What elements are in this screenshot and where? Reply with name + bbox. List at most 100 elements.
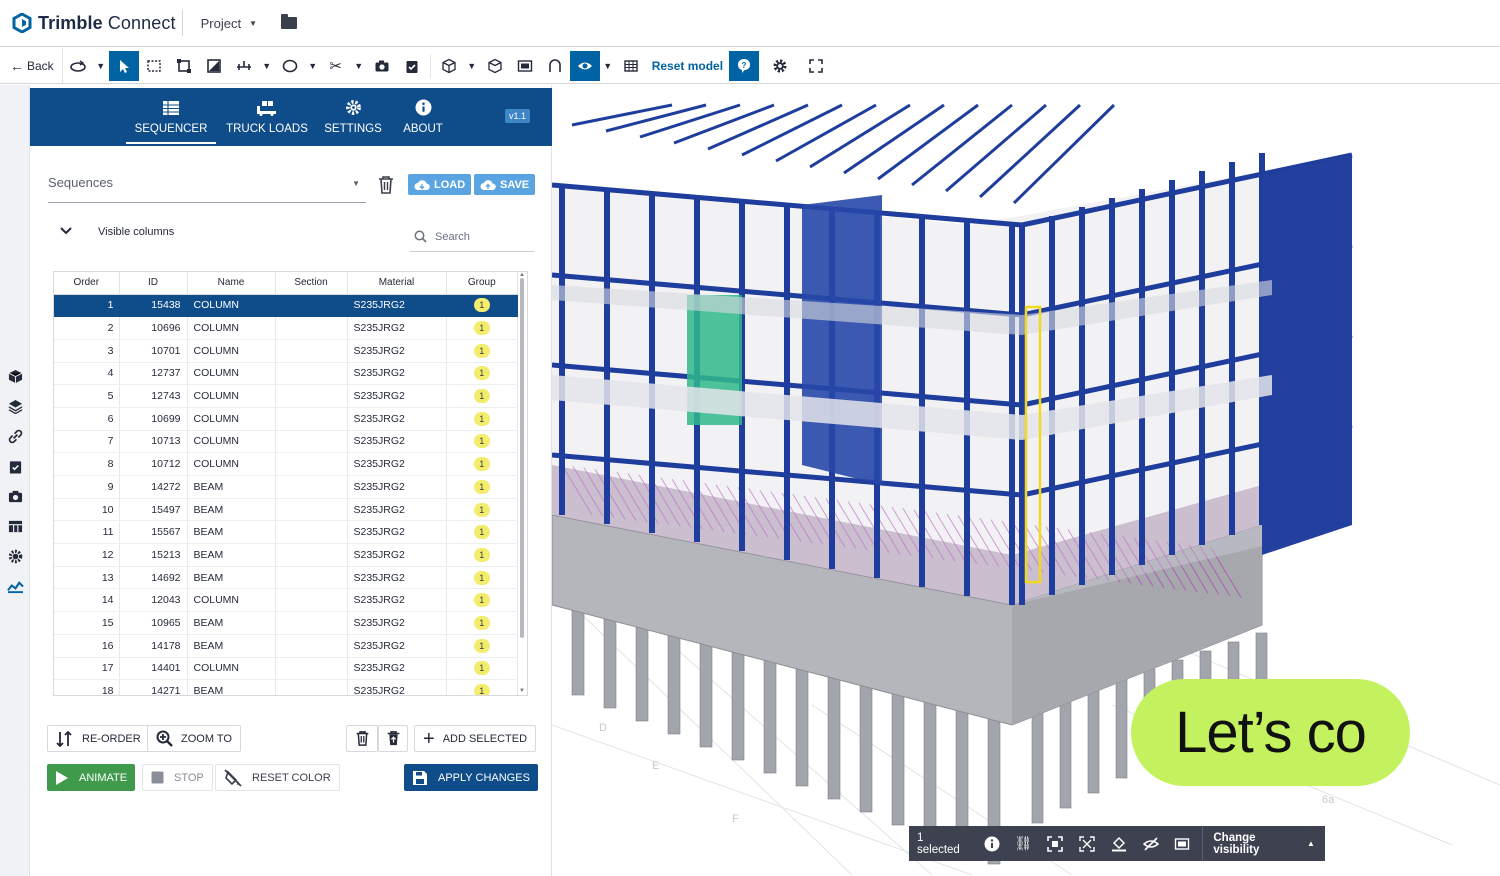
reset-model-button[interactable]: Reset model <box>646 59 729 73</box>
scissors-icon[interactable]: ✂ <box>321 51 351 81</box>
cube-icon[interactable] <box>434 51 464 81</box>
table-row[interactable]: 13 14692 BEAM S235JRG2 1 <box>54 566 518 590</box>
camera-icon[interactable] <box>367 51 397 81</box>
cell-name: COLUMN <box>187 362 276 386</box>
orbit-icon[interactable] <box>63 51 93 81</box>
link-icon[interactable]: ⛓ <box>1007 826 1039 861</box>
scroll-down-arrow[interactable]: ▼ <box>519 688 525 694</box>
cube-outline-icon[interactable] <box>480 51 510 81</box>
table-row[interactable]: 6 10699 COLUMN S235JRG2 1 <box>54 407 518 431</box>
sequences-dropdown[interactable]: Sequences ▼ <box>48 169 366 203</box>
table-row[interactable]: 14 12043 COLUMN S235JRG2 1 <box>54 588 518 613</box>
toolbar-divider <box>429 53 431 78</box>
table-row[interactable]: 15 10965 BEAM S235JRG2 1 <box>54 611 518 635</box>
table-row[interactable]: 1 15438 COLUMN S235JRG2 1 <box>54 294 518 318</box>
animate-button[interactable]: ANIMATE <box>47 764 136 791</box>
search-input[interactable]: Search <box>410 222 534 252</box>
column-header-section[interactable]: Section <box>275 272 348 295</box>
chevron-down-icon[interactable]: ▼ <box>600 51 616 81</box>
help-icon[interactable]: ? <box>729 50 760 81</box>
cell-material: S235JRG2 <box>347 634 447 658</box>
save-button[interactable]: SAVE <box>474 174 536 195</box>
info-icon[interactable] <box>976 826 1008 861</box>
column-header-group[interactable]: Group <box>446 272 518 295</box>
table-row[interactable]: 8 10712 COLUMN S235JRG2 1 <box>54 452 518 476</box>
table-scrollbar[interactable] <box>520 278 524 638</box>
chevron-down-icon[interactable]: ▼ <box>259 51 275 81</box>
trimble-logo[interactable]: Trimble Connect <box>12 13 176 34</box>
table-row[interactable]: 12 15213 BEAM S235JRG2 1 <box>54 543 518 567</box>
measure-icon[interactable] <box>229 51 259 81</box>
table-row[interactable]: 9 14272 BEAM S235JRG2 1 <box>54 475 518 499</box>
gear-icon[interactable] <box>765 51 795 81</box>
link-icon[interactable] <box>6 427 24 445</box>
table-row[interactable]: 10 15497 BEAM S235JRG2 1 <box>54 498 518 522</box>
table-row[interactable]: 17 14401 COLUMN S235JRG2 1 <box>54 657 518 681</box>
chevron-down-icon[interactable]: ▼ <box>305 51 321 81</box>
delete-button[interactable] <box>346 725 378 752</box>
table-row[interactable]: 4 12737 COLUMN S235JRG2 1 <box>54 362 518 386</box>
isolate-icon[interactable] <box>1071 826 1103 861</box>
settings-badge-icon[interactable] <box>6 547 24 565</box>
clipboard-check-icon[interactable] <box>6 457 24 475</box>
back-button[interactable]: ← Back <box>0 48 63 83</box>
cube-icon[interactable] <box>6 367 24 385</box>
table-row[interactable]: 7 10713 COLUMN S235JRG2 1 <box>54 430 518 454</box>
camera-icon[interactable] <box>6 487 24 505</box>
tab-settings[interactable]: SETTINGS <box>318 88 388 146</box>
section-box-icon[interactable] <box>169 51 199 81</box>
load-button[interactable]: LOAD <box>408 174 472 195</box>
table-row[interactable]: 3 10701 COLUMN S235JRG2 1 <box>54 339 518 363</box>
reset-color-button[interactable]: RESET COLOR <box>215 764 340 791</box>
chevron-down-icon[interactable]: ▼ <box>351 51 367 81</box>
group-badge: 1 <box>473 684 490 695</box>
table-row[interactable]: 18 14271 BEAM S235JRG2 1 <box>54 679 518 695</box>
group-badge: 1 <box>473 570 490 585</box>
hide-eye-icon[interactable] <box>1135 826 1167 861</box>
reorder-button[interactable]: RE-ORDER <box>47 725 150 752</box>
model-viewport[interactable]: D E F 2 6a 1 selected <box>552 85 1500 876</box>
clipboard-check-icon[interactable] <box>397 51 427 81</box>
project-dropdown[interactable]: Project ▼ <box>195 16 263 31</box>
cell-section <box>275 566 348 590</box>
stop-button[interactable]: STOP <box>142 764 213 791</box>
apply-changes-button[interactable]: APPLY CHANGES <box>404 764 538 791</box>
add-selected-button[interactable]: + ADD SELECTED <box>414 725 537 752</box>
visibility-eye-icon[interactable] <box>569 50 600 81</box>
sequencer-extension-icon[interactable] <box>6 577 24 595</box>
view-layers-icon[interactable] <box>1167 826 1199 861</box>
column-header-material[interactable]: Material <box>347 272 447 295</box>
column-header-order[interactable]: Order <box>54 272 120 295</box>
view-layers-icon[interactable] <box>510 51 540 81</box>
section-plane-icon[interactable] <box>199 51 229 81</box>
cell-id: 15213 <box>119 543 188 567</box>
paint-bucket-icon[interactable] <box>1103 826 1135 861</box>
zoom-to-button[interactable]: ZOOM TO <box>147 725 241 752</box>
folder-icon[interactable] <box>280 14 297 29</box>
layers-icon[interactable] <box>6 397 24 415</box>
fullscreen-icon[interactable] <box>801 51 831 81</box>
column-header-id[interactable]: ID <box>119 272 188 295</box>
ghost-icon[interactable] <box>540 51 570 81</box>
trash-icon[interactable] <box>377 175 395 195</box>
table-row[interactable]: 11 15567 BEAM S235JRG2 1 <box>54 520 518 545</box>
tab-sequencer[interactable]: SEQUENCER <box>126 88 216 146</box>
chevron-down-icon[interactable]: ▼ <box>93 51 109 81</box>
fit-selection-icon[interactable] <box>1039 826 1071 861</box>
table-icon[interactable] <box>6 517 24 535</box>
table-row[interactable]: 5 12743 COLUMN S235JRG2 1 <box>54 384 518 408</box>
grid-view-icon[interactable] <box>616 51 646 81</box>
chevron-down-icon[interactable]: ▼ <box>464 51 480 81</box>
table-row[interactable]: 2 10696 COLUMN S235JRG2 1 <box>54 316 518 340</box>
markup-shape-icon[interactable] <box>275 51 305 81</box>
change-visibility-dropdown[interactable]: Change visibility ▲ <box>1203 832 1325 856</box>
tab-about[interactable]: ABOUT <box>394 88 452 146</box>
select-pointer-icon[interactable] <box>108 50 139 81</box>
visible-columns-toggle[interactable]: Visible columns <box>60 226 174 238</box>
tab-truck-loads[interactable]: TRUCK LOADS <box>222 88 312 146</box>
promo-bubble: Let’s co <box>1131 679 1410 786</box>
delete-all-button[interactable] <box>378 725 408 752</box>
column-header-name[interactable]: Name <box>187 272 276 295</box>
box-select-icon[interactable] <box>139 51 169 81</box>
table-row[interactable]: 16 14178 BEAM S235JRG2 1 <box>54 634 518 658</box>
